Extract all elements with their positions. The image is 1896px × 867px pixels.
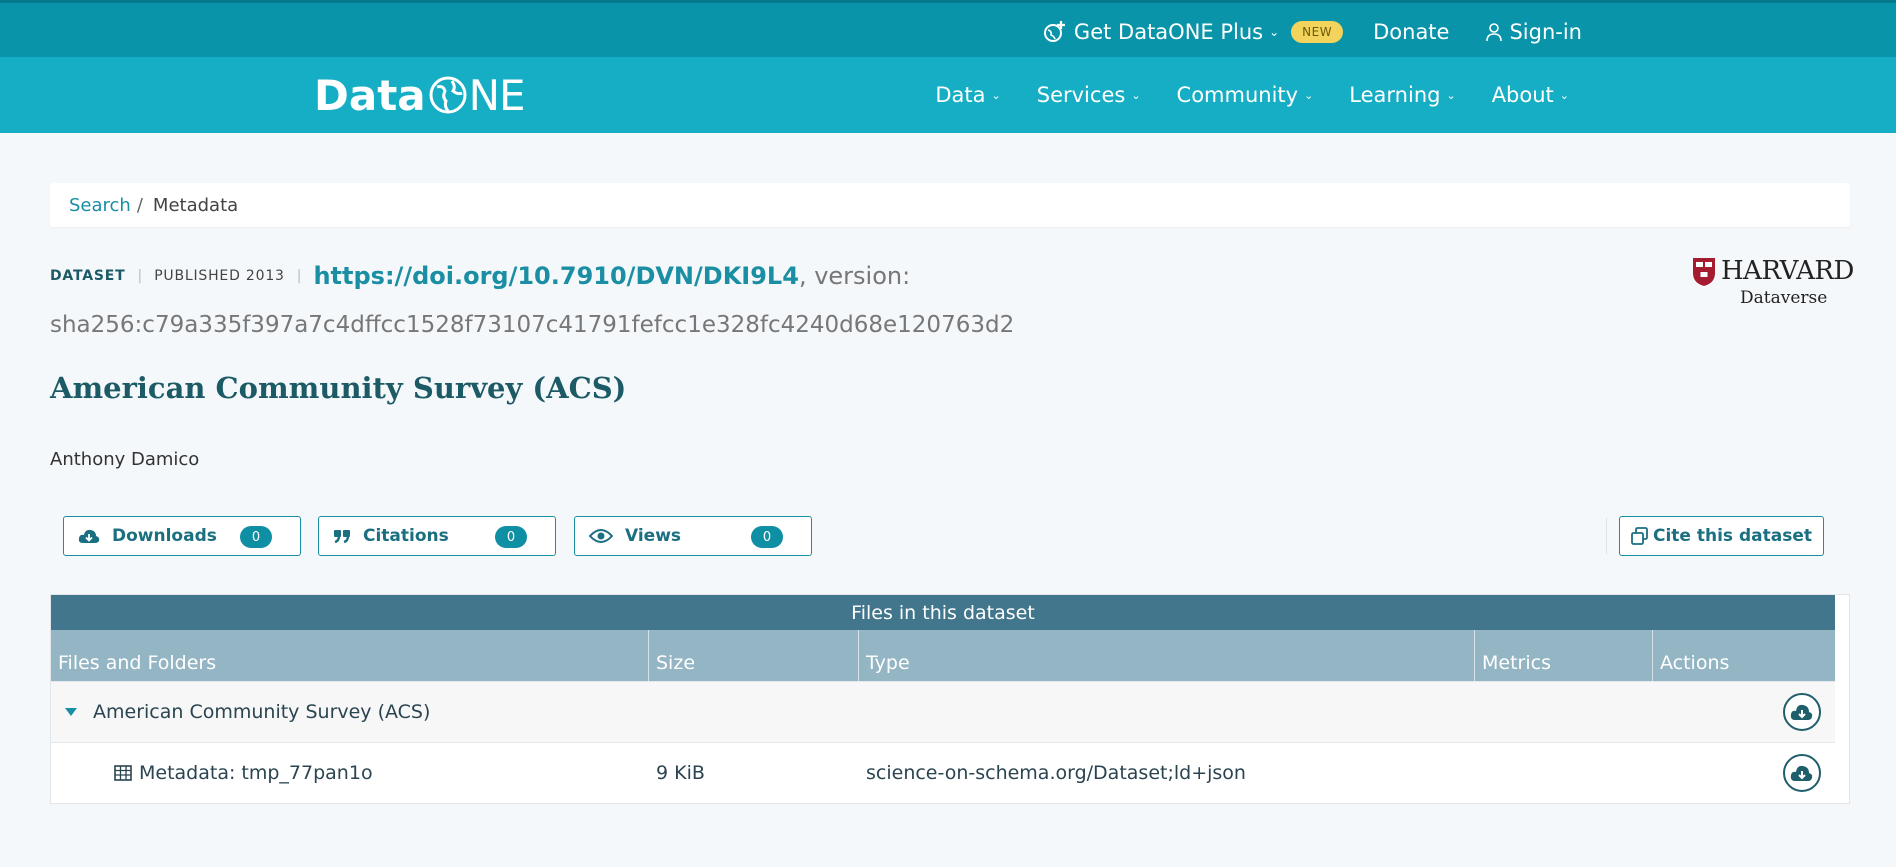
cite-dataset-button[interactable]: Cite this dataset xyxy=(1619,516,1824,556)
downloads-button[interactable]: Downloads 0 xyxy=(63,516,301,556)
file-actions-cell xyxy=(1653,754,1835,792)
table-icon xyxy=(114,765,132,781)
dataset-meta-line: DATASET | PUBLISHED 2013 | https://doi.o… xyxy=(50,262,910,290)
top-bar-links: Get DataONE Plus ⌄ NEW Donate Sign-in xyxy=(1042,3,1582,60)
views-label: Views xyxy=(625,526,682,546)
meta-divider: | xyxy=(137,268,143,284)
logo-text-right: NE xyxy=(468,70,526,120)
views-button[interactable]: Views 0 xyxy=(574,516,812,556)
nav-item-label: Community xyxy=(1176,83,1299,107)
file-type: science-on-schema.org/Dataset;ld+json xyxy=(866,762,1246,784)
chevron-down-icon: ⌄ xyxy=(1446,88,1456,102)
repository-name: HARVARD xyxy=(1721,256,1854,286)
eye-icon xyxy=(589,529,613,543)
globe-logo-icon xyxy=(429,76,467,114)
chevron-down-icon: ⌄ xyxy=(1131,88,1141,102)
published-year: PUBLISHED 2013 xyxy=(154,268,285,284)
file-size: 9 KiB xyxy=(656,762,705,784)
files-table-header: Files and Folders Size Type Metrics Acti… xyxy=(51,630,1835,681)
chevron-down-icon: ⌄ xyxy=(991,88,1001,102)
citations-count: 0 xyxy=(495,526,527,548)
cloud-download-icon xyxy=(78,529,100,543)
breadcrumb-current: Metadata xyxy=(152,194,239,216)
version-hash: sha256:c79a335f397a7c4dffcc1528f73107c41… xyxy=(50,312,1015,338)
folder-cell: American Community Survey (ACS) xyxy=(51,701,649,723)
column-header: Metrics xyxy=(1475,630,1653,681)
nav-item-services[interactable]: Services ⌄ xyxy=(1037,83,1141,107)
views-count: 0 xyxy=(751,526,783,548)
file-name-cell: Metadata: tmp_77pan1o xyxy=(51,762,649,784)
files-table: Files in this dataset Files and Folders … xyxy=(50,594,1850,804)
downloads-label: Downloads xyxy=(112,526,217,546)
chevron-down-icon: ⌄ xyxy=(1269,24,1280,39)
breadcrumb-search[interactable]: Search xyxy=(69,195,131,216)
caret-down-icon[interactable] xyxy=(65,708,77,716)
dataone-logo[interactable]: Data NE xyxy=(314,67,526,123)
meta-divider: | xyxy=(296,268,302,284)
top-bar: Get DataONE Plus ⌄ NEW Donate Sign-in xyxy=(0,0,1896,57)
doi-link[interactable]: https://doi.org/10.7910/DVN/DKI9L4 xyxy=(313,262,798,290)
get-dataone-plus-menu[interactable]: Get DataONE Plus ⌄ xyxy=(1042,19,1279,45)
globe-plus-icon xyxy=(1043,20,1065,42)
column-header: Size xyxy=(649,630,859,681)
nav-item-learning[interactable]: Learning ⌄ xyxy=(1349,83,1455,107)
nav-item-label: Learning xyxy=(1349,83,1441,107)
logo-text-left: Data xyxy=(314,70,426,120)
sign-in-link[interactable]: Sign-in xyxy=(1485,20,1582,44)
donate-link[interactable]: Donate xyxy=(1373,20,1449,44)
files-table-title: Files in this dataset xyxy=(51,595,1835,630)
get-dataone-plus-label: Get DataONE Plus xyxy=(1073,19,1264,44)
new-badge: NEW xyxy=(1291,20,1344,43)
dataset-type: DATASET xyxy=(50,268,126,284)
nav-item-about[interactable]: About ⌄ xyxy=(1492,83,1569,107)
cite-dataset-label: Cite this dataset xyxy=(1653,526,1812,546)
dataset-author[interactable]: Anthony Damico xyxy=(50,449,199,470)
downloads-count: 0 xyxy=(240,526,272,548)
sign-in-label: Sign-in xyxy=(1509,19,1582,44)
chevron-down-icon: ⌄ xyxy=(1559,88,1569,102)
nav-item-community[interactable]: Community ⌄ xyxy=(1177,83,1314,107)
harvard-shield-icon xyxy=(1693,258,1715,286)
repository-sub: Dataverse xyxy=(1740,288,1828,308)
nav-item-label: Services xyxy=(1036,83,1126,107)
nav-item-data[interactable]: Data ⌄ xyxy=(935,83,1000,107)
quote-icon xyxy=(334,530,350,544)
nav-item-label: Data xyxy=(935,83,986,107)
citations-button[interactable]: Citations 0 xyxy=(318,516,556,556)
nav-item-label: About xyxy=(1491,83,1554,107)
column-header: Files and Folders xyxy=(51,630,649,681)
folder-row: American Community Survey (ACS) xyxy=(51,681,1835,742)
citations-label: Citations xyxy=(363,526,449,546)
folder-download-button[interactable] xyxy=(1783,693,1821,731)
chevron-down-icon: ⌄ xyxy=(1304,88,1314,102)
file-download-button[interactable] xyxy=(1783,754,1821,792)
harvard-dataverse-logo[interactable]: HARVARD Dataverse xyxy=(1692,254,1854,312)
column-header: Type xyxy=(859,630,1475,681)
cloud-download-icon xyxy=(1790,704,1813,720)
file-name[interactable]: Metadata: tmp_77pan1o xyxy=(139,762,373,784)
breadcrumb-separator: / xyxy=(136,194,143,216)
cloud-download-icon xyxy=(1790,765,1813,781)
main-nav: Data NE Data ⌄ Services ⌄ Community ⌄ Learn… xyxy=(0,57,1896,133)
nav-items: Data ⌄ Services ⌄ Community ⌄ Learning ⌄ Abo… xyxy=(935,57,1569,133)
dataset-title: American Community Survey (ACS) xyxy=(50,371,627,405)
column-header: Actions xyxy=(1660,652,1730,674)
toolbar-divider xyxy=(1606,518,1607,554)
folder-name: American Community Survey (ACS) xyxy=(93,701,431,723)
file-row: Metadata: tmp_77pan1o 9 KiB science-on-s… xyxy=(51,742,1835,803)
user-icon xyxy=(1486,22,1503,41)
folder-actions-cell xyxy=(1653,693,1835,731)
breadcrumb: Search / Metadata xyxy=(50,183,1850,227)
version-label: , version: xyxy=(798,262,911,290)
copy-icon xyxy=(1631,527,1648,545)
